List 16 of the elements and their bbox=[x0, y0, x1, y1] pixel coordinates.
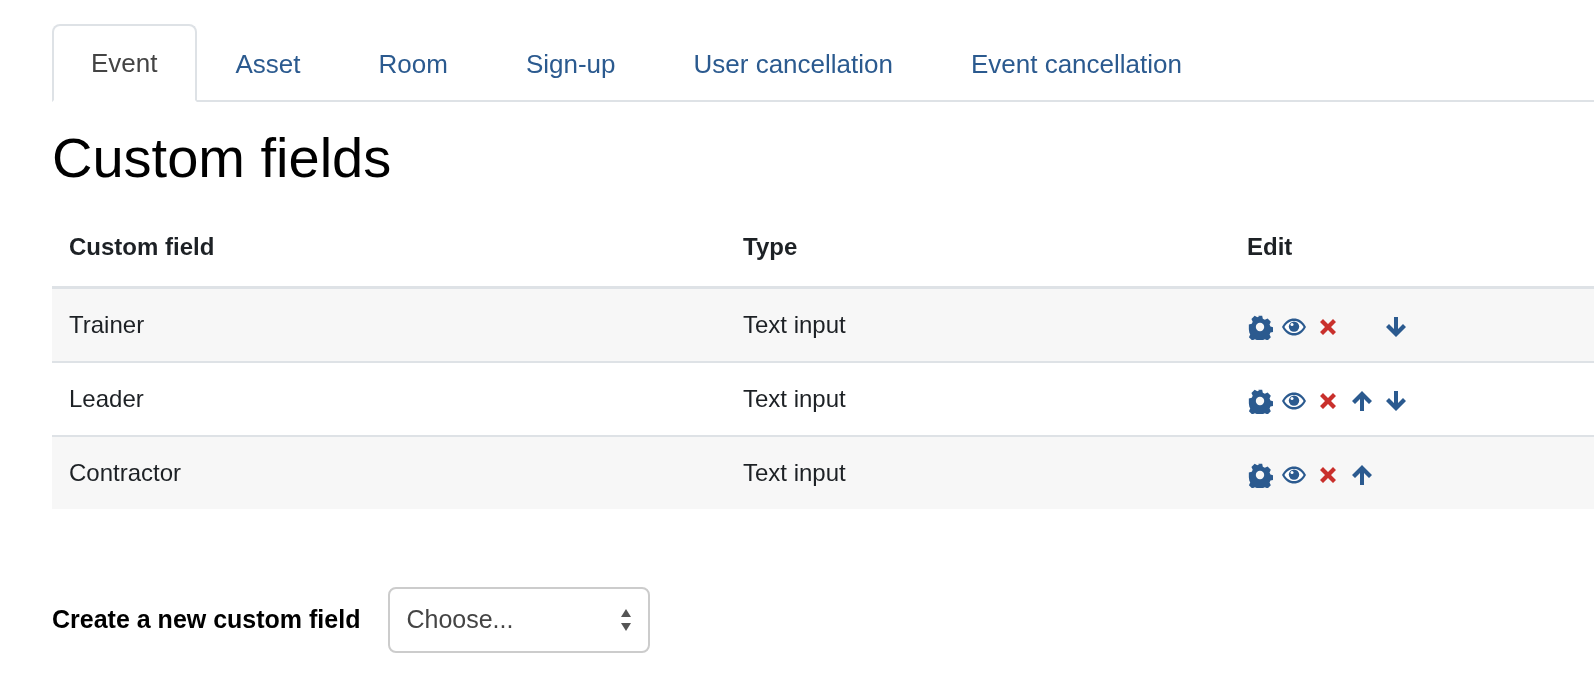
table-cell: Text input bbox=[726, 287, 1230, 363]
select-field[interactable]: Choose... bbox=[388, 587, 651, 653]
settings-icon[interactable] bbox=[1247, 462, 1273, 489]
table-cell: Text input bbox=[726, 436, 1230, 510]
field-label: Create a new custom field bbox=[52, 604, 361, 636]
tab[interactable]: Sign-up bbox=[486, 24, 655, 103]
tab[interactable]: Event cancellation bbox=[931, 24, 1221, 103]
page-heading: Custom fields bbox=[52, 125, 393, 192]
settings-icon[interactable] bbox=[1247, 314, 1273, 341]
tab[interactable]: Asset bbox=[196, 24, 340, 103]
table-cell: Contractor bbox=[52, 436, 726, 510]
settings-icon[interactable] bbox=[1247, 388, 1273, 415]
tab[interactable]: Room bbox=[339, 24, 487, 103]
tab[interactable]: User cancellation bbox=[654, 24, 932, 103]
tab[interactable]: Event bbox=[52, 24, 197, 103]
table-cell: Trainer bbox=[52, 287, 726, 363]
